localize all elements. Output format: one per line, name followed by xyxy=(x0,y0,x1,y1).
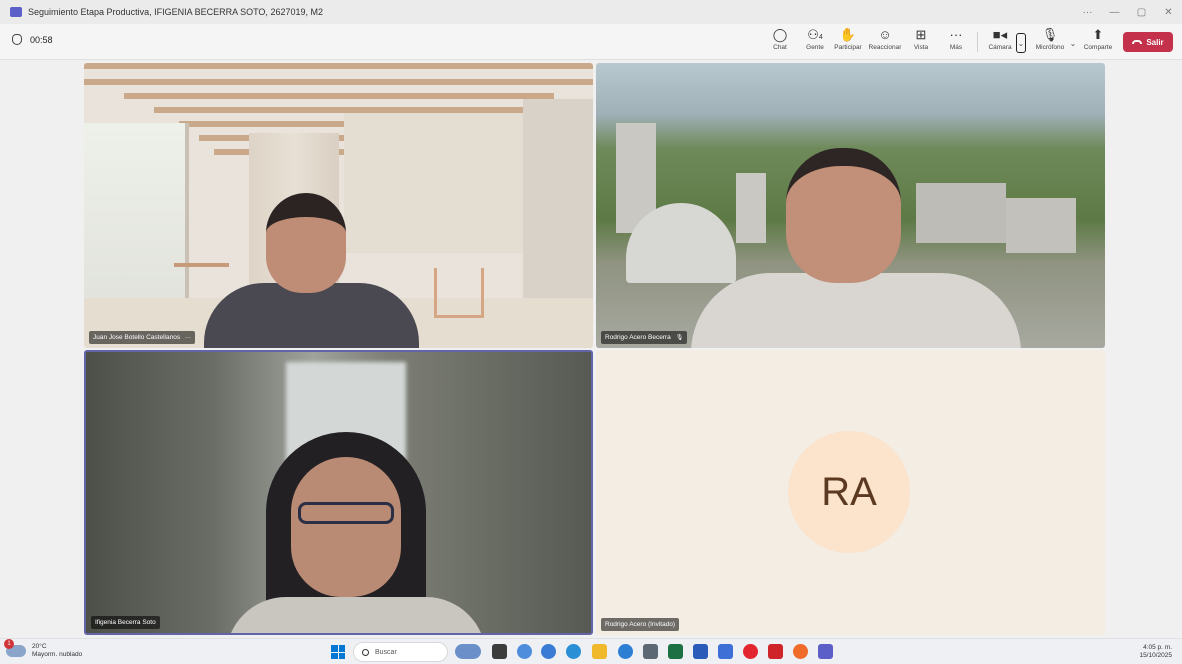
mic-options-chevron[interactable]: ⌄ xyxy=(1068,33,1078,53)
participant-video xyxy=(226,432,486,633)
acrobat-icon[interactable] xyxy=(768,644,783,659)
meeting-toolbar: 00:58 ◯ Chat ⚇4 Gente ✋ Participar ☺ Rea… xyxy=(0,24,1182,60)
copilot-icon[interactable] xyxy=(517,644,532,659)
chrome-icon[interactable] xyxy=(541,644,556,659)
avatar: RA xyxy=(788,431,910,553)
people-button[interactable]: ⚇4 Gente xyxy=(803,26,827,58)
start-button[interactable] xyxy=(331,645,345,659)
search-box[interactable]: Buscar xyxy=(353,642,448,662)
view-button[interactable]: ⊞ Vista xyxy=(911,26,931,58)
participant-video xyxy=(691,148,1021,348)
cloud-icon: 1 xyxy=(4,639,26,657)
maximize-button[interactable]: ▢ xyxy=(1128,0,1155,24)
teams-icon xyxy=(10,7,22,17)
weather-widget[interactable]: 1 20°C Mayorm. nublado xyxy=(4,639,83,659)
microphone-button[interactable]: 🎙 Micrófono xyxy=(1032,26,1068,58)
excel-icon[interactable] xyxy=(668,644,683,659)
grid-icon: ⊞ xyxy=(915,27,927,42)
search-icon xyxy=(362,648,369,656)
participant-tile[interactable]: Rodrigo Acero Becerra 🎙 xyxy=(596,63,1105,348)
word-icon[interactable] xyxy=(693,644,708,659)
minimize-button[interactable]: — xyxy=(1101,0,1128,24)
weather-desc: Mayorm. nublado xyxy=(32,651,83,658)
smiley-icon: ☺ xyxy=(878,27,892,42)
calculator-icon[interactable] xyxy=(643,644,658,659)
share-button[interactable]: ⬆ Comparte xyxy=(1082,26,1114,58)
participant-name-label: Juan Jose Botello Castellanos ··· xyxy=(89,331,196,344)
firefox-icon[interactable] xyxy=(793,644,808,659)
hangup-icon xyxy=(1132,40,1143,44)
chat-icon: ◯ xyxy=(772,27,788,42)
react-button[interactable]: ☺ Reaccionar xyxy=(867,26,903,58)
system-clock[interactable]: 4:05 p. m. 15/10/2025 xyxy=(1139,644,1172,660)
shield-icon xyxy=(12,34,22,45)
participant-tile[interactable]: Juan Jose Botello Castellanos ··· xyxy=(84,63,593,348)
raise-hand-button[interactable]: ✋ Participar xyxy=(833,26,863,58)
windows-taskbar: 1 20°C Mayorm. nublado Buscar 4:05 p. m.… xyxy=(0,638,1182,664)
notification-badge: 1 xyxy=(4,639,14,649)
window-title: Seguimiento Etapa Productiva, IFIGENIA B… xyxy=(28,7,323,17)
file-explorer-icon[interactable] xyxy=(592,644,607,659)
more-options-icon[interactable]: ··· xyxy=(1074,0,1101,24)
participant-tile-active[interactable]: Ifigenia Becerra Soto xyxy=(84,350,593,635)
participant-name-label: Rodrigo Acero Becerra 🎙 xyxy=(601,331,688,344)
video-stage: Juan Jose Botello Castellanos ··· Rodrig… xyxy=(0,61,1182,638)
title-bar: Seguimiento Etapa Productiva, IFIGENIA B… xyxy=(0,0,1182,24)
close-button[interactable]: ✕ xyxy=(1155,0,1182,24)
participant-name-label: Ifigenia Becerra Soto xyxy=(91,616,160,629)
microphone-icon: 🎙 xyxy=(1041,27,1059,42)
notes-icon[interactable] xyxy=(718,644,733,659)
weather-temp: 20°C xyxy=(32,643,47,650)
microphone-icon: 🎙 xyxy=(675,335,684,341)
timer-text: 00:58 xyxy=(30,34,53,45)
browser-icon[interactable] xyxy=(618,644,633,659)
participant-video xyxy=(204,193,419,348)
people-icon: ⚇4 xyxy=(807,27,823,42)
people-count: 4 xyxy=(818,34,823,41)
toolbar-divider xyxy=(977,32,978,52)
participant-name-label: Rodrigo Acero (Invitado) xyxy=(601,618,680,631)
chat-button[interactable]: ◯ Chat xyxy=(769,26,791,58)
more-icon[interactable]: ··· xyxy=(185,335,191,341)
share-icon: ⬆ xyxy=(1092,27,1104,42)
more-button[interactable]: ··· Más xyxy=(947,26,965,58)
participant-tile[interactable]: RA Rodrigo Acero (Invitado) xyxy=(596,350,1105,635)
ellipsis-icon: ··· xyxy=(949,27,963,42)
task-view-icon[interactable] xyxy=(492,644,507,659)
camera-options-chevron[interactable]: ⌄ xyxy=(1016,33,1026,53)
opera-icon[interactable] xyxy=(743,644,758,659)
leave-button[interactable]: Salir xyxy=(1123,32,1173,52)
meeting-timer: 00:58 xyxy=(12,34,53,45)
window-controls: ··· — ▢ ✕ xyxy=(1074,0,1182,24)
edge-icon[interactable] xyxy=(566,644,581,659)
hand-icon: ✋ xyxy=(839,27,857,42)
camera-icon: ■◂ xyxy=(992,27,1008,42)
teams-taskbar-icon[interactable] xyxy=(818,644,833,659)
camera-button[interactable]: ■◂ Cámara xyxy=(987,26,1013,58)
widgets-icon[interactable] xyxy=(455,644,481,659)
